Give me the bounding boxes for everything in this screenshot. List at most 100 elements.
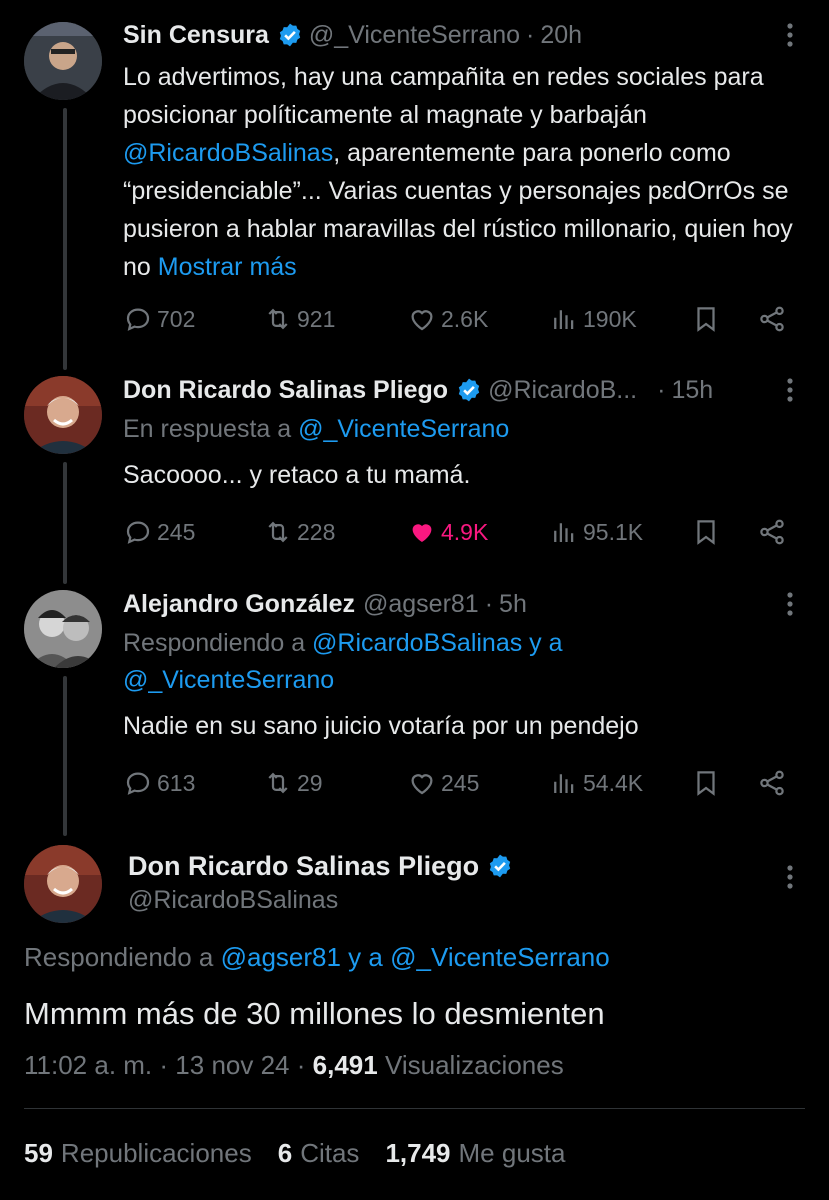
- more-options-icon[interactable]: [775, 20, 805, 50]
- reply-icon: [126, 772, 150, 795]
- mention-link[interactable]: @_VicenteSerrano: [298, 415, 509, 443]
- views-count: 54.4K: [583, 769, 644, 796]
- like-button[interactable]: 245: [407, 768, 549, 798]
- bookmark-icon[interactable]: [691, 768, 757, 798]
- tweet-text: Lo advertimos, hay una campañita en rede…: [123, 58, 805, 286]
- share-icon[interactable]: [757, 768, 791, 798]
- author-handle[interactable]: @_VicenteSerrano: [309, 21, 520, 50]
- retweet-button[interactable]: 29: [263, 768, 407, 798]
- like-count: 245: [441, 769, 480, 796]
- thread-line: [63, 676, 67, 836]
- likes-label: Me gusta: [458, 1138, 566, 1168]
- main-tweet-header: Don Ricardo Salinas Pliego @RicardoBSali…: [128, 848, 519, 915]
- reply-icon: [126, 308, 150, 331]
- more-options-icon[interactable]: [775, 862, 805, 892]
- date[interactable]: 13 nov 24: [175, 1050, 289, 1080]
- mention-link[interactable]: @RicardoBSalinas y a: [312, 629, 563, 657]
- author-name[interactable]: Alejandro González: [123, 590, 355, 619]
- more-options-icon[interactable]: [775, 375, 805, 405]
- avatar[interactable]: [24, 590, 102, 668]
- views-icon: [554, 774, 574, 793]
- avatar[interactable]: [24, 22, 102, 100]
- views-icon: [554, 523, 574, 542]
- engagement-stats: 59 Republicaciones 6 Citas 1,749 Me gusta: [24, 1138, 591, 1169]
- retweet-count: 29: [297, 769, 323, 796]
- retweet-icon: [268, 521, 288, 543]
- author-handle[interactable]: @RicardoBSalinas: [128, 886, 519, 915]
- likes-stat[interactable]: 1,749 Me gusta: [385, 1138, 565, 1169]
- show-more-link[interactable]: Mostrar más: [158, 253, 297, 281]
- retweet-count: 228: [297, 518, 336, 545]
- separator-dot: ·: [159, 1050, 169, 1080]
- thread-line: [63, 108, 67, 370]
- timestamp[interactable]: 5h: [499, 590, 527, 619]
- avatar[interactable]: [24, 845, 102, 923]
- share-icon[interactable]: [757, 304, 791, 334]
- views-icon: [554, 310, 574, 329]
- mention-link[interactable]: @_VicenteSerrano: [123, 666, 334, 694]
- timestamp[interactable]: 15h: [671, 376, 713, 405]
- timestamp[interactable]: 20h: [540, 21, 582, 50]
- quotes-count: 6: [277, 1138, 293, 1168]
- reply-count: 613: [157, 769, 196, 796]
- views-button[interactable]: 95.1K: [549, 517, 691, 547]
- retweet-count: 921: [297, 305, 336, 332]
- retweet-button[interactable]: 921: [263, 304, 407, 334]
- likes-count: 1,749: [385, 1138, 451, 1168]
- author-name[interactable]: Sin Censura: [123, 21, 269, 50]
- thread-line: [63, 462, 67, 584]
- quotes-stat[interactable]: 6 Citas: [278, 1138, 360, 1169]
- author-name[interactable]: Don Ricardo Salinas Pliego: [128, 851, 479, 882]
- tweet-actions: 245 228 4.9K 95.1K: [123, 512, 805, 552]
- like-count: 2.6K: [441, 305, 489, 332]
- mention-link[interactable]: @agser81 y a @_VicenteSerrano: [221, 942, 610, 972]
- reply-count: 702: [157, 305, 196, 332]
- reposts-label: Republicaciones: [60, 1138, 252, 1168]
- views-label: Visualizaciones: [384, 1050, 564, 1080]
- author-handle[interactable]: @RicardoB...: [488, 376, 637, 405]
- tweet-text: Nadie en su sano juicio votaría por un p…: [123, 712, 639, 740]
- reply-context: Respondiendo a @agser81 y a @_VicenteSer…: [24, 942, 610, 973]
- bookmark-icon[interactable]: [691, 517, 757, 547]
- like-button[interactable]: 2.6K: [407, 304, 549, 334]
- tweet-text: Sacoooo... y retaco a tu mamá.: [123, 461, 471, 489]
- views-count: 190K: [583, 305, 637, 332]
- more-options-icon[interactable]: [775, 589, 805, 619]
- separator-dot: ·: [484, 589, 494, 618]
- verified-badge-icon: [487, 853, 513, 879]
- views-count: 95.1K: [583, 518, 644, 545]
- tweet[interactable]: Don Ricardo Salinas Pliego @RicardoB... …: [123, 373, 805, 494]
- like-icon: [411, 774, 433, 795]
- reply-button[interactable]: 245: [123, 517, 263, 547]
- main-tweet-meta: 11:02 a. m. · 13 nov 24 · 6,491 Visualiz…: [24, 1050, 564, 1081]
- mention-link[interactable]: @RicardoBSalinas: [123, 139, 333, 167]
- tweet[interactable]: Sin Censura @_VicenteSerrano · 20h Lo ad…: [123, 18, 805, 286]
- share-icon[interactable]: [757, 517, 791, 547]
- separator-dot: ·: [657, 375, 666, 404]
- retweet-button[interactable]: 228: [263, 517, 407, 547]
- reply-button[interactable]: 613: [123, 768, 263, 798]
- author-handle[interactable]: @agser81: [363, 590, 479, 619]
- views-button[interactable]: 54.4K: [549, 768, 691, 798]
- reply-button[interactable]: 702: [123, 304, 263, 334]
- avatar[interactable]: [24, 376, 102, 454]
- reply-context: Respondiendo a @RicardoBSalinas y a @_Vic…: [123, 625, 805, 699]
- retweet-icon: [268, 772, 288, 794]
- quotes-label: Citas: [300, 1138, 360, 1168]
- reply-prefix: Respondiendo a: [123, 629, 313, 657]
- tweet-text-part: Lo advertimos, hay una campañita en rede…: [123, 63, 764, 129]
- reply-context: En respuesta a @_VicenteSerrano: [123, 411, 805, 448]
- reply-icon: [126, 521, 150, 544]
- like-icon: [412, 524, 432, 542]
- timestamp[interactable]: 11:02 a. m.: [24, 1050, 152, 1080]
- reposts-stat[interactable]: 59 Republicaciones: [24, 1138, 252, 1169]
- author-name[interactable]: Don Ricardo Salinas Pliego: [123, 376, 448, 405]
- verified-badge-icon: [456, 377, 482, 403]
- views-button[interactable]: 190K: [549, 304, 691, 334]
- reply-count: 245: [157, 518, 196, 545]
- tweet[interactable]: Alejandro González @agser81 · 5h Respond…: [123, 587, 805, 745]
- bookmark-icon[interactable]: [691, 304, 757, 334]
- reply-prefix: Respondiendo a: [24, 942, 221, 972]
- like-button[interactable]: 4.9K: [407, 517, 549, 547]
- separator-dot: ·: [526, 20, 535, 49]
